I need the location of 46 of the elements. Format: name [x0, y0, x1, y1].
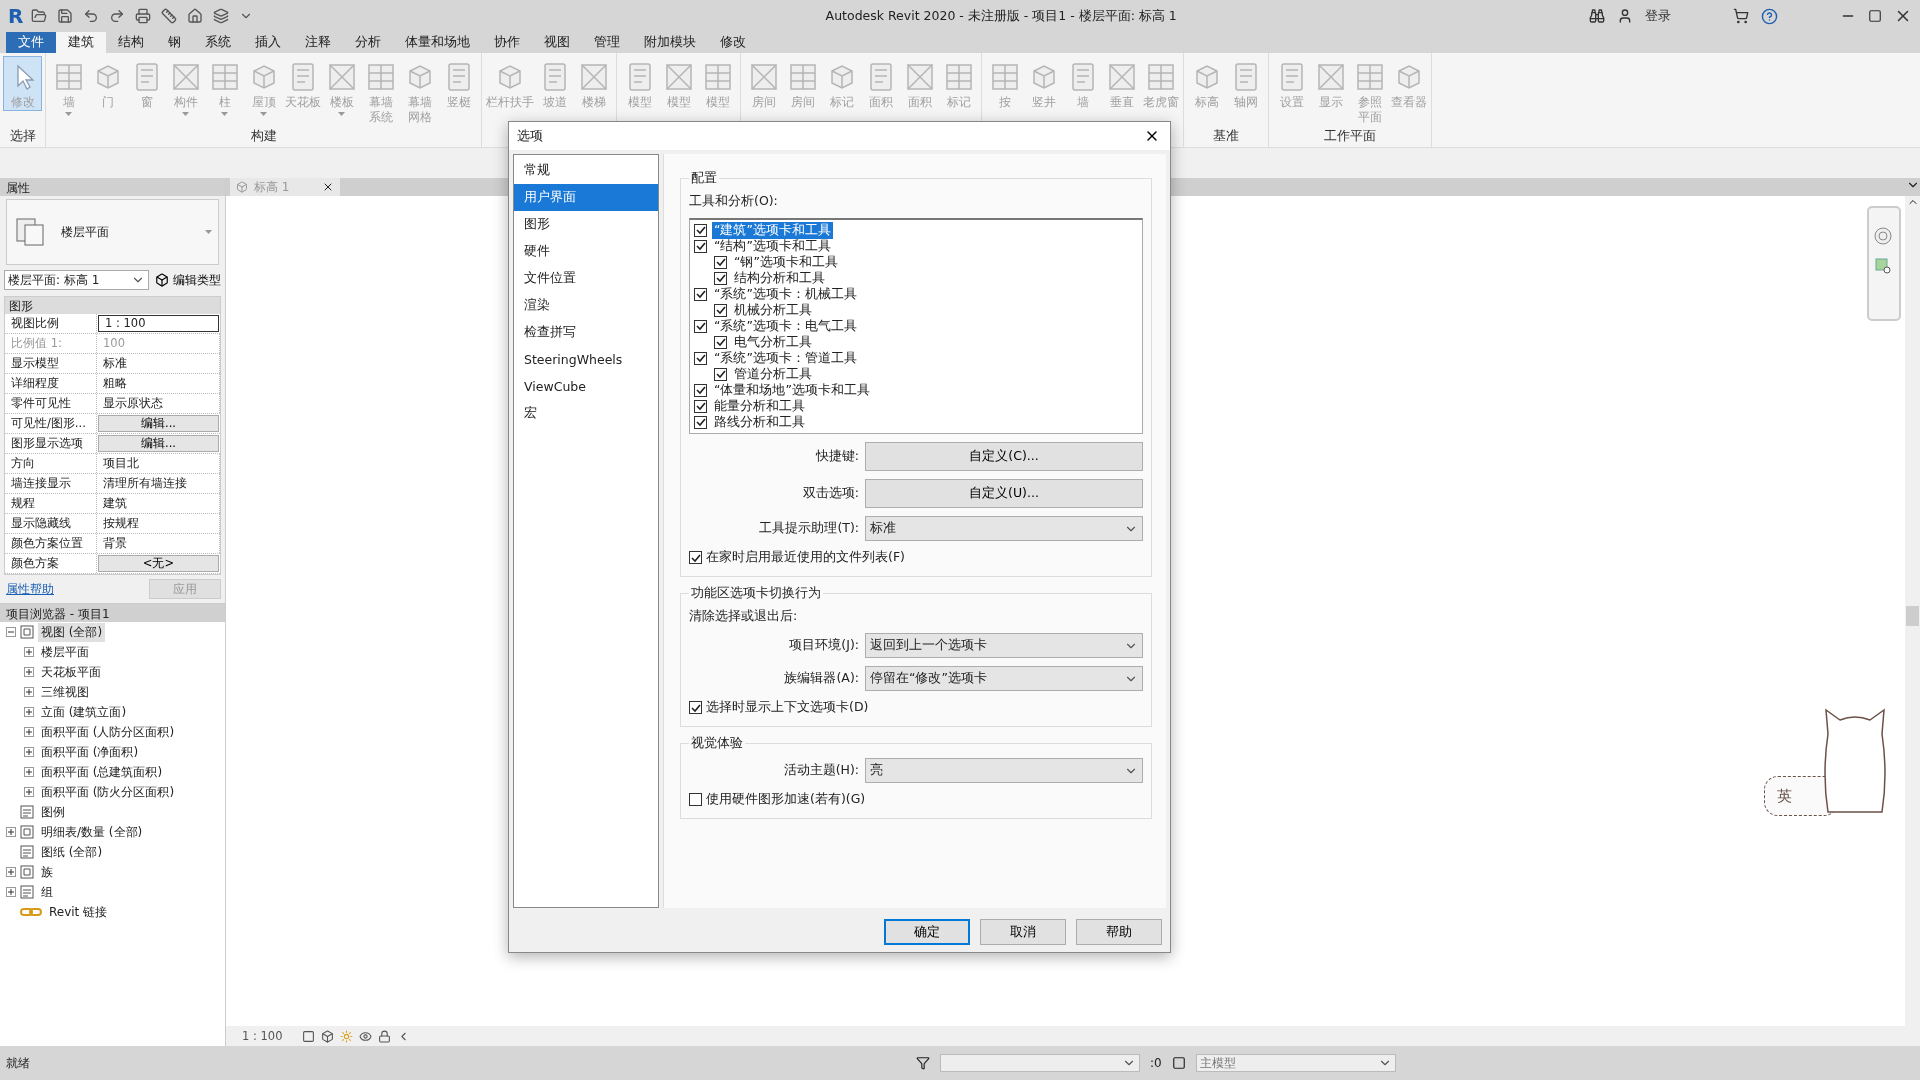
ribbon-group-label: 构建 — [250, 128, 277, 145]
property-name: 显示模型 — [5, 354, 97, 373]
property-value: 粗略 — [97, 374, 220, 393]
list-label: 工具和分析(O): — [689, 193, 779, 210]
ribbon-group-label: 工作平面 — [1324, 128, 1376, 145]
property-name: 墙连接显示 — [5, 474, 97, 493]
panel-title: 属性 — [0, 178, 225, 196]
field-label: 双击选项: — [801, 485, 859, 502]
property-name: 比例值 1: — [5, 334, 97, 353]
property-name: 方向 — [5, 454, 97, 473]
section-title: 视觉体验 — [690, 735, 744, 752]
property-name: 颜色方案位置 — [5, 534, 97, 553]
status-text: 就绪 — [6, 1054, 31, 1072]
property-name: 详细程度 — [5, 374, 97, 393]
property-name: 颜色方案 — [5, 554, 97, 573]
property-value: 标准 — [97, 354, 220, 373]
section-header: 图形 — [5, 297, 220, 314]
property-name: 视图比例 — [5, 314, 97, 333]
ribbon-group-label: 选择 — [9, 128, 36, 145]
group-label: 清除选择或退出后: — [689, 608, 799, 625]
property-name: 显示隐藏线 — [5, 514, 97, 533]
field-label: 快捷键: — [814, 448, 859, 465]
property-value: 按规程 — [97, 514, 220, 533]
property-value: 100 — [97, 334, 220, 353]
section-title: 功能区选项卡切换行为 — [690, 585, 822, 602]
property-name: 零件可见性 — [5, 394, 97, 413]
window-title: Autodesk Revit 2020 - 未注册版 - 项目1 - 楼层平面: 标高 1 — [824, 7, 1178, 25]
property-name: 可见性/图形... — [5, 414, 97, 433]
dialog-title: 选项 — [517, 127, 543, 145]
ime-mode-label: 英 — [1777, 786, 1792, 806]
property-value: 建筑 — [97, 494, 220, 513]
field-label: 族编辑器(A): — [783, 670, 859, 687]
section-title: 配置 — [690, 170, 718, 187]
field-label: 工具提示助理(T): — [758, 520, 859, 537]
property-name: 图形显示选项 — [5, 434, 97, 453]
field-label: 活动主题(H): — [782, 762, 859, 779]
type-name: 楼层平面 — [61, 223, 110, 241]
property-value: 背景 — [97, 534, 220, 553]
field-label: 项目环境(J): — [788, 637, 859, 654]
property-value: 项目北 — [97, 454, 220, 473]
property-name: 规程 — [5, 494, 97, 513]
property-value: 清理所有墙连接 — [97, 474, 220, 493]
panel-title: 项目浏览器 - 项目1 — [0, 604, 225, 622]
count-text: :0 — [1150, 1056, 1162, 1070]
property-value: 显示原状态 — [97, 394, 220, 413]
ribbon-group-label: 基准 — [1213, 128, 1239, 145]
